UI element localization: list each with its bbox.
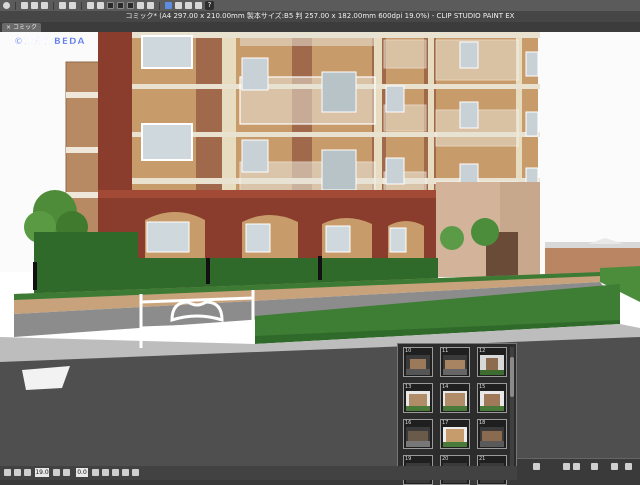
window-title: コミック* (A4 297.00 x 210.00mm 製本サイズ:B5 判 2…	[0, 11, 640, 22]
fit-icon[interactable]	[24, 469, 31, 476]
menu-icon[interactable]	[625, 463, 632, 470]
main-toolbar: ?	[0, 0, 640, 11]
thumbnail-number: 18	[479, 420, 486, 426]
thumbnail-number: 14	[442, 384, 449, 390]
page-next-icon[interactable]	[573, 463, 580, 470]
scrollbar-thumb[interactable]	[510, 357, 514, 397]
rotate-left-icon[interactable]	[92, 469, 99, 476]
thumbnail-number: 21	[479, 456, 486, 462]
thumbnail-number: 16	[405, 420, 412, 426]
thumbnail-number: 17	[442, 420, 449, 426]
tab-label: コミック	[13, 24, 38, 31]
open-icon[interactable]	[31, 2, 38, 9]
thumbnail-number: 19	[405, 456, 412, 462]
document-tab-strip: × コミック	[0, 22, 640, 32]
watermark-title: ©ぼんぽBEDA	[14, 37, 86, 47]
new-file-icon[interactable]	[21, 2, 28, 9]
zoom-increase-icon[interactable]	[63, 469, 70, 476]
deselect-icon[interactable]	[117, 2, 124, 9]
thumbnail-scrollbar[interactable]	[510, 347, 514, 475]
flip-vertical-icon[interactable]	[132, 469, 139, 476]
navigator-icon[interactable]	[533, 463, 540, 470]
camera-icon[interactable]	[165, 2, 172, 9]
thumbnail-grid: 10 11 12 13 14 15 16 17 18 19 20 21	[403, 347, 513, 485]
thumbnail[interactable]: 12	[477, 347, 507, 377]
transform-icon[interactable]	[147, 2, 154, 9]
page-list-icon[interactable]	[591, 463, 598, 470]
thumbnail-number: 10	[405, 348, 412, 354]
tab-document[interactable]: × コミック	[2, 23, 42, 32]
crop-icon[interactable]	[137, 2, 144, 9]
thumbnail[interactable]: 10	[403, 347, 433, 377]
save-icon[interactable]	[41, 2, 48, 9]
flip-horizontal-icon[interactable]	[122, 469, 129, 476]
thumbnail[interactable]: 13	[403, 383, 433, 413]
thumbnail-number: 13	[405, 384, 412, 390]
eye-icon[interactable]	[3, 2, 10, 9]
page-prev-icon[interactable]	[563, 463, 570, 470]
ruler-icon[interactable]	[185, 2, 192, 9]
zoom-level-field[interactable]: 19.0	[35, 468, 49, 477]
rotate-right-icon[interactable]	[102, 469, 109, 476]
settings-icon[interactable]	[611, 463, 618, 470]
navigator-strip	[517, 458, 640, 481]
thumbnail-number: 15	[479, 384, 486, 390]
reset-rotation-icon[interactable]	[112, 469, 119, 476]
thumbnail[interactable]: 11	[440, 347, 470, 377]
zoom-decrease-icon[interactable]	[53, 469, 60, 476]
thumbnail[interactable]: 14	[440, 383, 470, 413]
toolbar-separator	[159, 1, 160, 10]
undo-icon[interactable]	[59, 2, 66, 9]
help-icon[interactable]: ?	[205, 1, 214, 10]
zoom-in-icon[interactable]	[14, 469, 21, 476]
invert-selection-icon[interactable]	[127, 2, 134, 9]
fill-icon[interactable]	[97, 2, 104, 9]
canvas-scene	[0, 32, 640, 466]
rotation-angle-field[interactable]: 0.0	[76, 468, 88, 477]
snap-icon[interactable]	[175, 2, 182, 9]
close-tab-icon[interactable]: ×	[6, 24, 11, 31]
thumbnail-number: 12	[479, 348, 486, 354]
thumbnail-number: 20	[442, 456, 449, 462]
thumbnail[interactable]: 18	[477, 419, 507, 449]
thumbnail[interactable]: 17	[440, 419, 470, 449]
canvas[interactable]: ©ぼんぽBEDA	[0, 32, 640, 466]
toolbar-separator	[81, 1, 82, 10]
thumbnail-number: 11	[442, 348, 449, 354]
redo-icon[interactable]	[69, 2, 76, 9]
clear-icon[interactable]	[87, 2, 94, 9]
select-all-icon[interactable]	[107, 2, 114, 9]
zoom-out-icon[interactable]	[4, 469, 11, 476]
toolbar-separator	[15, 1, 16, 10]
thumbnail[interactable]: 16	[403, 419, 433, 449]
toolbar-separator	[53, 1, 54, 10]
thumbnail-panel[interactable]: 10 11 12 13 14 15 16 17 18 19 20 21	[397, 343, 517, 485]
grid-icon[interactable]	[195, 2, 202, 9]
thumbnail[interactable]: 15	[477, 383, 507, 413]
